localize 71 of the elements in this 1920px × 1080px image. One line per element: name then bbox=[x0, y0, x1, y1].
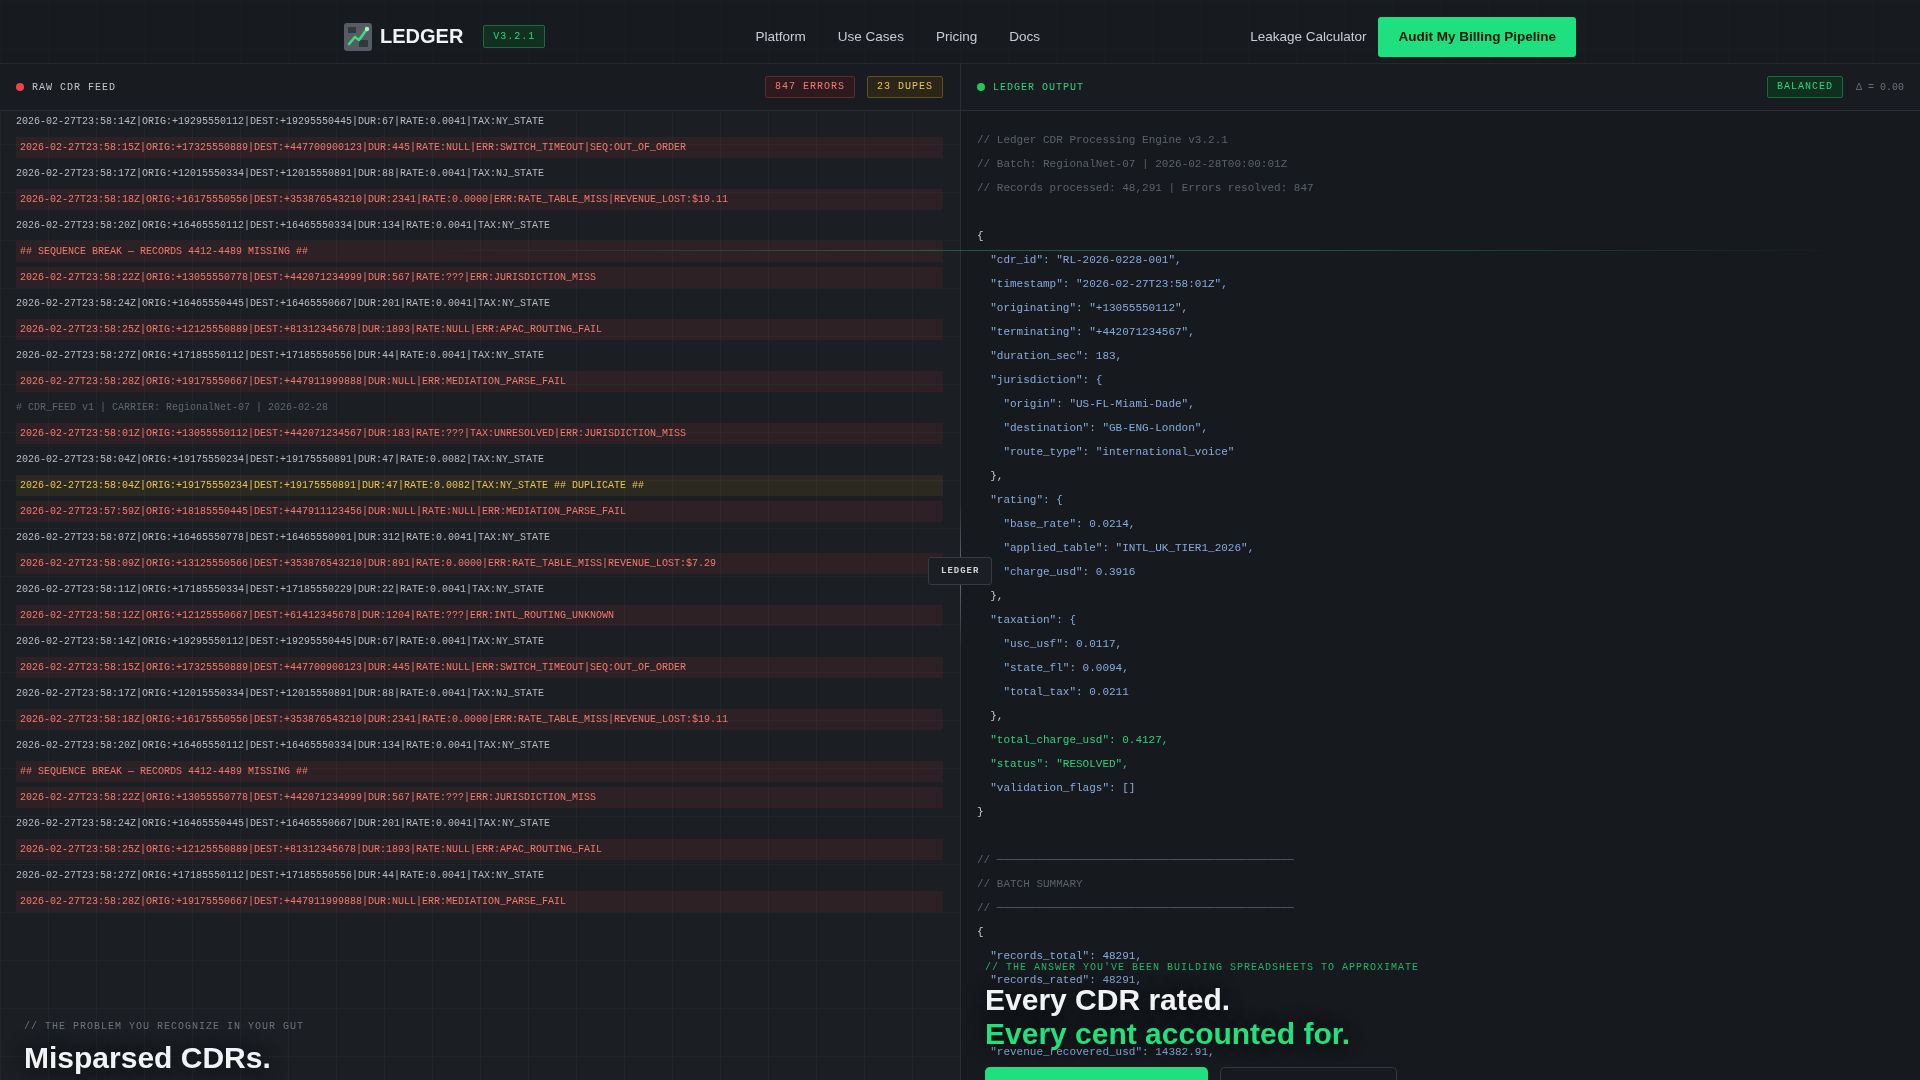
status-dot-icon bbox=[977, 83, 985, 91]
log-line: 2026-02-27T23:58:17Z|ORIG:+12015550334|DEST:+12015550891|DUR:88|RATE:0.0041|TAX:NJ_STATE bbox=[16, 687, 545, 701]
log-comment: # CDR_FEED v1 | CARRIER: RegionalNet-07 | 2026-02-28 bbox=[16, 401, 329, 415]
code-comment: // ───────────────────────────────────────────── bbox=[977, 902, 1294, 914]
section-headline: Misparsed CDRs. bbox=[24, 1040, 271, 1076]
code-line: "duration_sec": 183, bbox=[990, 350, 1123, 362]
code-line: "jurisdiction": { bbox=[990, 374, 1103, 386]
divider-label: LEDGER bbox=[928, 557, 993, 585]
code-line: }, bbox=[990, 710, 1004, 722]
log-line: 2026-02-27T23:58:07Z|ORIG:+16465550778|DEST:+16465550901|DUR:312|RATE:0.0041|TAX:NY_STATE bbox=[16, 531, 551, 545]
code-line: "destination": "GB-ENG-London", bbox=[1003, 422, 1209, 434]
log-line: 2026-02-27T23:58:20Z|ORIG:+16465550112|DEST:+16465550334|DUR:134|RATE:0.0041|TAX:NY_STATE bbox=[16, 219, 551, 233]
nav-link[interactable]: Pricing bbox=[935, 29, 978, 44]
version-badge: V3.2.1 bbox=[483, 25, 546, 48]
log-line: 2026-02-27T23:58:11Z|ORIG:+17185550334|DEST:+17185550229|DUR:22|RATE:0.0041|TAX:NY_STATE bbox=[16, 583, 545, 597]
code-line: "records_total": 48291, bbox=[990, 950, 1142, 962]
brand-name[interactable]: LEDGER bbox=[380, 25, 464, 48]
code-line: "usc_usf": 0.0117, bbox=[1003, 638, 1123, 650]
nav-link[interactable]: Docs bbox=[1009, 29, 1040, 44]
code-line: { bbox=[977, 926, 984, 938]
code-line: "total_tax": 0.0211 bbox=[1003, 686, 1129, 698]
cta-button[interactable]: Audit My Billing Pipeline bbox=[1378, 16, 1576, 57]
log-line: 2026-02-27T23:58:20Z|ORIG:+16465550112|DEST:+16465550334|DUR:134|RATE:0.0041|TAX:NY_STATE bbox=[16, 739, 551, 753]
section-caption: // THE ANSWER YOU'VE BEEN BUILDING SPREADSHEETS TO APPROXIMATE bbox=[985, 963, 1420, 973]
code-line: { bbox=[977, 230, 984, 242]
nav-link[interactable]: Platform bbox=[755, 29, 806, 44]
code-line: "route_type": "international_voice" bbox=[1003, 446, 1235, 458]
code-line: "charge_usd": 0.3916 bbox=[1003, 566, 1136, 578]
code-line: }, bbox=[990, 470, 1004, 482]
log-line: 2026-02-27T23:58:24Z|ORIG:+16465550445|DEST:+16465550667|DUR:201|RATE:0.0041|TAX:NY_STATE bbox=[16, 817, 551, 831]
code-line: "cdr_id": "RL-2026-0228-001", bbox=[990, 254, 1182, 266]
nav-link[interactable]: Use Cases bbox=[837, 29, 904, 44]
secondary-button[interactable] bbox=[1220, 1067, 1397, 1080]
code-line: "origin": "US-FL-Miami-Dade", bbox=[1003, 398, 1195, 410]
log-line: 2026-02-27T23:58:17Z|ORIG:+12015550334|DEST:+12015550891|DUR:88|RATE:0.0041|TAX:NJ_STATE bbox=[16, 167, 545, 181]
log-line: 2026-02-27T23:58:24Z|ORIG:+16465550445|DEST:+16465550667|DUR:201|RATE:0.0041|TAX:NY_STATE bbox=[16, 297, 551, 311]
code-line: "validation_flags": [] bbox=[990, 782, 1136, 794]
code-comment: // BATCH SUMMARY bbox=[977, 878, 1083, 890]
code-line: "base_rate": 0.0214, bbox=[1003, 518, 1136, 530]
status-badge: BALANCED bbox=[1766, 76, 1843, 98]
status-dot-icon bbox=[16, 83, 24, 91]
log-line: 2026-02-27T23:58:14Z|ORIG:+19295550112|DEST:+19295550445|DUR:67|RATE:0.0041|TAX:NY_STATE bbox=[16, 635, 545, 649]
code-line: "total_charge_usd": 0.4127, bbox=[990, 734, 1169, 746]
code-line: "status": "RESOLVED", bbox=[990, 758, 1129, 770]
code-comment: // ───────────────────────────────────────────── bbox=[977, 854, 1294, 866]
code-comment: // Records processed: 48,291 | Errors resolved: 847 bbox=[977, 182, 1314, 194]
status-badge: 847 ERRORS bbox=[764, 76, 855, 98]
logo-icon bbox=[344, 22, 372, 51]
code-line: "records_rated": 48291, bbox=[990, 974, 1142, 986]
code-line: "taxation": { bbox=[990, 614, 1076, 626]
panel-title: LEDGER OUTPUT bbox=[993, 81, 1084, 93]
nav-link[interactable]: Leakage Calculator bbox=[1250, 29, 1367, 44]
code-line: } bbox=[977, 806, 984, 818]
panel-title: RAW CDR FEED bbox=[32, 81, 116, 93]
code-line: "originating": "+13055550112", bbox=[990, 302, 1189, 314]
primary-button[interactable] bbox=[985, 1067, 1208, 1080]
delta-value: Δ = 0.00 bbox=[1856, 81, 1904, 93]
code-line: "applied_table": "INTL_UK_TIER1_2026", bbox=[1003, 542, 1255, 554]
code-comment: // Ledger CDR Processing Engine v3.2.1 bbox=[977, 134, 1228, 146]
code-line: "terminating": "+442071234567", bbox=[990, 326, 1195, 338]
code-comment: // Batch: RegionalNet-07 | 2026-02-28T00:00:01Z bbox=[977, 158, 1288, 170]
log-line: 2026-02-27T23:58:27Z|ORIG:+17185550112|DEST:+17185550556|DUR:44|RATE:0.0041|TAX:NY_STATE bbox=[16, 349, 545, 363]
status-badge: 23 DUPES bbox=[867, 76, 943, 98]
code-line: "state_fl": 0.0094, bbox=[1003, 662, 1129, 674]
code-line: "rating": { bbox=[990, 494, 1063, 506]
log-line: 2026-02-27T23:58:27Z|ORIG:+17185550112|DEST:+17185550556|DUR:44|RATE:0.0041|TAX:NY_STATE bbox=[16, 869, 545, 883]
code-line: "timestamp": "2026-02-27T23:58:01Z", bbox=[990, 278, 1228, 290]
log-line: 2026-02-27T23:58:14Z|ORIG:+19295550112|DEST:+19295550445|DUR:67|RATE:0.0041|TAX:NY_STATE bbox=[16, 115, 545, 129]
log-line: 2026-02-27T23:58:04Z|ORIG:+19175550234|DEST:+19175550891|DUR:47|RATE:0.0082|TAX:NY_STATE bbox=[16, 453, 545, 467]
section-caption: // THE PROBLEM YOU RECOGNIZE IN YOUR GUT bbox=[24, 1021, 305, 1033]
code-line: }, bbox=[990, 590, 1004, 602]
